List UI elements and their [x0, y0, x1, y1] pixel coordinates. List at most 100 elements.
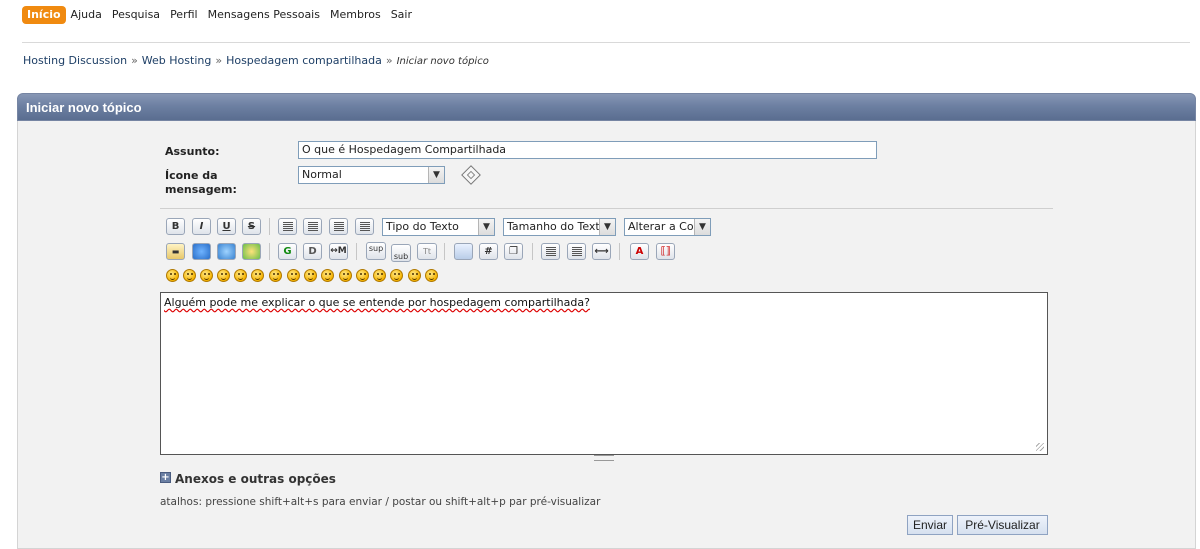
italic-button[interactable]: I [192, 218, 211, 235]
resize-handle-icon[interactable] [1036, 443, 1044, 451]
numbered-list-button[interactable] [567, 243, 586, 260]
align-right-icon [360, 222, 370, 231]
nav-mensagens-pessoais[interactable]: Mensagens Pessoais [203, 6, 325, 24]
breadcrumb-web-hosting[interactable]: Web Hosting [142, 54, 212, 67]
nav-perfil[interactable]: Perfil [165, 6, 203, 24]
nav-sair[interactable]: Sair [386, 6, 417, 24]
quote-icon: ❐ [509, 246, 518, 257]
link-button[interactable] [217, 243, 236, 260]
code-button[interactable]: # [479, 243, 498, 260]
horizontal-rule-icon: ⟷ [594, 246, 609, 257]
strikethrough-button[interactable]: S [242, 218, 261, 235]
nav-pesquisa[interactable]: Pesquisa [107, 6, 165, 24]
cool-smiley-icon[interactable] [287, 269, 300, 282]
message-textarea[interactable]: Alguém pode me explicar o que se entende… [160, 292, 1048, 455]
nav-divider [22, 42, 1190, 43]
glow-button[interactable]: G [278, 243, 297, 260]
align-justify-icon [308, 222, 318, 231]
toolbar-separator [269, 218, 270, 235]
drag-resize-handle[interactable] [594, 455, 614, 461]
flash-icon: ▬ [171, 247, 180, 256]
nav-ajuda[interactable]: Ajuda [66, 6, 107, 24]
toggle-view-icon: ⟦⟧ [660, 246, 671, 257]
message-icon-value: Normal [302, 168, 342, 181]
quote-button[interactable]: ❐ [504, 243, 523, 260]
breadcrumb-current: Iniciar novo tópico [396, 56, 489, 67]
breadcrumb-separator: » [131, 54, 138, 67]
sad-smiley-icon[interactable] [251, 269, 264, 282]
align-left-button[interactable] [278, 218, 297, 235]
grin-smiley-icon[interactable] [217, 269, 230, 282]
panel-header: Iniciar novo tópico [17, 93, 1196, 121]
bold-button[interactable]: B [166, 218, 185, 235]
align-center-button[interactable] [329, 218, 348, 235]
form-divider [160, 208, 1053, 209]
smiley-icon[interactable] [166, 269, 179, 282]
toolbar-separator [444, 243, 445, 260]
nav-membros[interactable]: Membros [325, 6, 386, 24]
angry-smiley-icon[interactable] [234, 269, 247, 282]
undecided-smiley-icon[interactable] [390, 269, 403, 282]
lipsrsealed-smiley-icon[interactable] [373, 269, 386, 282]
top-nav: Início Ajuda Pesquisa Perfil Mensagens P… [22, 6, 417, 24]
shocked-smiley-icon[interactable] [269, 269, 282, 282]
chevron-down-icon: ▼ [599, 219, 615, 235]
chevron-down-icon: ▼ [694, 219, 710, 235]
font-size-select[interactable]: Tamanho do Texto ▼ [503, 218, 616, 236]
kiss-smiley-icon[interactable] [408, 269, 421, 282]
toggle-view-button[interactable]: ⟦⟧ [656, 243, 675, 260]
toolbar-separator [356, 243, 357, 260]
subject-input[interactable]: O que é Hospedagem Compartilhada [298, 141, 877, 159]
subject-label: Assunto: [165, 145, 220, 158]
breadcrumb-separator: » [215, 54, 223, 67]
marquee-button[interactable]: ↔M [329, 243, 348, 260]
align-left-icon [283, 222, 293, 231]
table-button[interactable] [454, 243, 473, 260]
flash-button[interactable]: ▬ [166, 243, 185, 260]
remove-format-button[interactable]: A [630, 243, 649, 260]
remove-format-icon: A [635, 246, 644, 257]
breadcrumb-hospedagem-compartilhada[interactable]: Hospedagem compartilhada [226, 54, 382, 67]
rolleyes-smiley-icon[interactable] [321, 269, 334, 282]
huh-smiley-icon[interactable] [304, 269, 317, 282]
teletype-button[interactable]: Tt [417, 243, 437, 260]
preview-button[interactable]: Pré-Visualizar [957, 515, 1048, 535]
superscript-button[interactable]: sup [366, 242, 386, 260]
send-button[interactable]: Enviar [907, 515, 953, 535]
toolbar-separator [269, 243, 270, 260]
wink-smiley-icon[interactable] [183, 269, 196, 282]
attachments-toggle[interactable]: Anexos e outras opções [175, 472, 336, 486]
breadcrumb: Hosting Discussion» Web Hosting» Hospedage… [23, 54, 489, 67]
breadcrumb-hosting-discussion[interactable]: Hosting Discussion [23, 54, 127, 67]
breadcrumb-separator: » [385, 54, 393, 67]
horizontal-rule-button[interactable]: ⟷ [592, 243, 611, 260]
cheesy-smiley-icon[interactable] [200, 269, 213, 282]
toolbar-separator [532, 243, 533, 260]
message-text: Alguém pode me explicar o que se entende… [164, 296, 590, 309]
align-center-icon [334, 222, 344, 231]
message-icon-select[interactable]: Normal ▼ [298, 166, 445, 184]
panel-title: Iniciar novo tópico [26, 100, 142, 115]
tongue-smiley-icon[interactable] [339, 269, 352, 282]
font-color-select[interactable]: Alterar a Cor ▼ [624, 218, 711, 236]
font-color-value: Alterar a Cor [628, 220, 699, 233]
subscript-button[interactable]: sub [391, 244, 411, 262]
expand-icon[interactable]: + [160, 472, 171, 483]
chevron-down-icon: ▼ [428, 167, 444, 183]
bullet-list-button[interactable] [541, 243, 560, 260]
nav-inicio[interactable]: Início [22, 6, 66, 24]
image-button[interactable] [192, 243, 211, 260]
shadow-button[interactable]: D [303, 243, 322, 260]
embarrassed-smiley-icon[interactable] [356, 269, 369, 282]
cry-smiley-icon[interactable] [425, 269, 438, 282]
chevron-down-icon: ▼ [478, 219, 494, 235]
email-button[interactable] [242, 243, 261, 260]
font-face-value: Tipo do Texto [386, 220, 459, 233]
align-justify-button[interactable] [303, 218, 322, 235]
underline-button[interactable]: U [217, 218, 236, 235]
font-size-value: Tamanho do Texto [507, 220, 607, 233]
shortcut-hint: atalhos: pressione shift+alt+s para envi… [160, 496, 601, 508]
align-right-button[interactable] [355, 218, 374, 235]
font-face-select[interactable]: Tipo do Texto ▼ [382, 218, 495, 236]
message-icon-label: Ícone da mensagem: [165, 169, 237, 196]
